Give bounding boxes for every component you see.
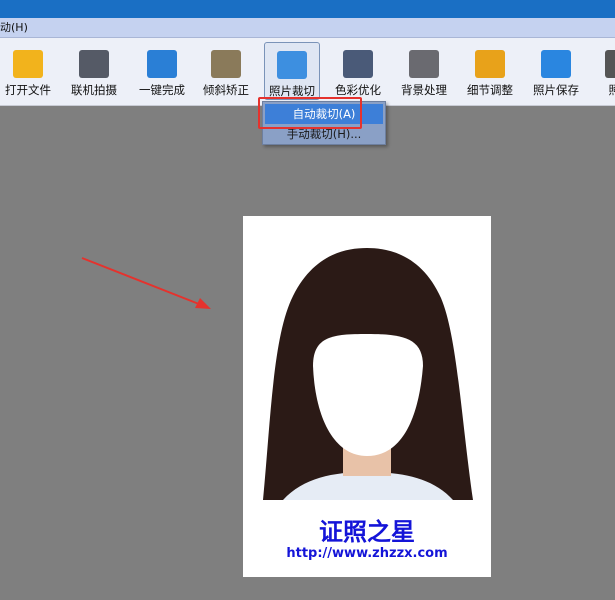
brand-name: 证照之星 [319,518,415,546]
brand-url: http://www.zhzzx.com [286,546,448,561]
id-photo: 证照之星 http://www.zhzzx.com [243,216,491,577]
portrait-image [243,216,491,506]
